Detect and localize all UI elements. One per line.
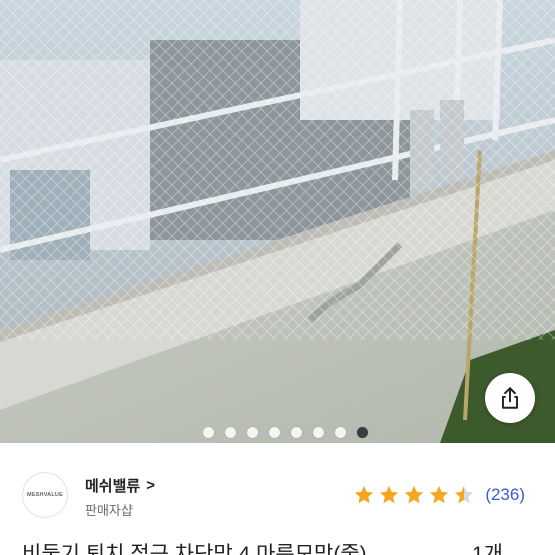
seller-section: MESHVALUE 메쉬밸류 > 판매자샵 (236) 비둘기 퇴치 접근 차단… (0, 443, 555, 555)
seller-type: 판매자샵 (85, 503, 133, 518)
seller-name: 메쉬밸류 (85, 478, 141, 495)
review-count: (236) (485, 485, 525, 504)
star-icon (430, 485, 449, 504)
seller-logo-text: MESHVALUE (27, 492, 63, 498)
gallery-dot[interactable] (269, 426, 280, 438)
gallery-dot[interactable] (335, 426, 346, 438)
rating[interactable]: (236) (353, 484, 525, 506)
rating-stars (353, 484, 475, 506)
gallery-dot[interactable] (313, 426, 324, 438)
star-icon (455, 485, 474, 504)
product-title: 비둘기 퇴치 접근 차단망 4 마름모망(줄) (22, 543, 367, 555)
seller-logo[interactable]: MESHVALUE (22, 472, 68, 518)
product-photo[interactable] (0, 0, 555, 443)
star-icon (355, 485, 374, 504)
star-icon (380, 485, 399, 504)
gallery-dot[interactable] (225, 426, 236, 438)
star-icon (405, 485, 424, 504)
gallery-dot[interactable] (203, 426, 214, 438)
gallery-dot[interactable] (291, 426, 302, 438)
share-icon (501, 387, 519, 409)
share-button[interactable] (485, 373, 535, 423)
chevron-right-icon: > (146, 477, 155, 494)
seller-name-link[interactable]: 메쉬밸류 > (85, 475, 155, 496)
gallery-dot[interactable] (357, 426, 368, 438)
gallery-pagination[interactable] (0, 426, 555, 438)
gallery-dot[interactable] (247, 426, 258, 438)
product-image (0, 0, 555, 443)
product-quantity: 1개 (472, 543, 503, 555)
